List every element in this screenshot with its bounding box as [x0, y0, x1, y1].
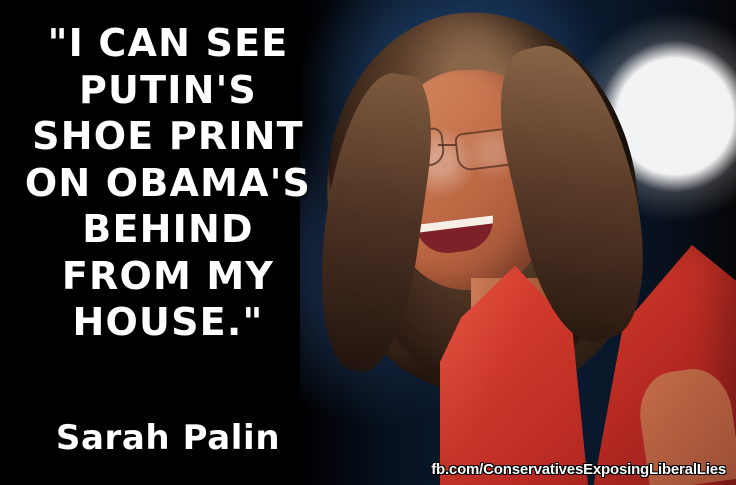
quote-line: "I CAN SEE [47, 21, 289, 65]
quote-line: PUTIN'S [79, 67, 257, 112]
quote-line: BEHIND [82, 207, 254, 251]
quote-line: SHOE PRINT [32, 114, 304, 158]
quote-text: "I CAN SEE PUTIN'S SHOE PRINT ON OBAMA'S… [16, 20, 320, 346]
quote-line: ON OBAMA'S [24, 160, 312, 205]
quote-line: HOUSE." [72, 300, 264, 344]
source-watermark: fb.com/ConservativesExposingLiberalLies [431, 461, 726, 478]
portrait-photo [300, 0, 736, 485]
attribution-name: Sarah Palin [55, 418, 281, 458]
quote-line: FROM MY [61, 253, 275, 298]
glasses-bridge [438, 144, 456, 146]
quote-meme: "I CAN SEE PUTIN'S SHOE PRINT ON OBAMA'S… [0, 0, 736, 485]
